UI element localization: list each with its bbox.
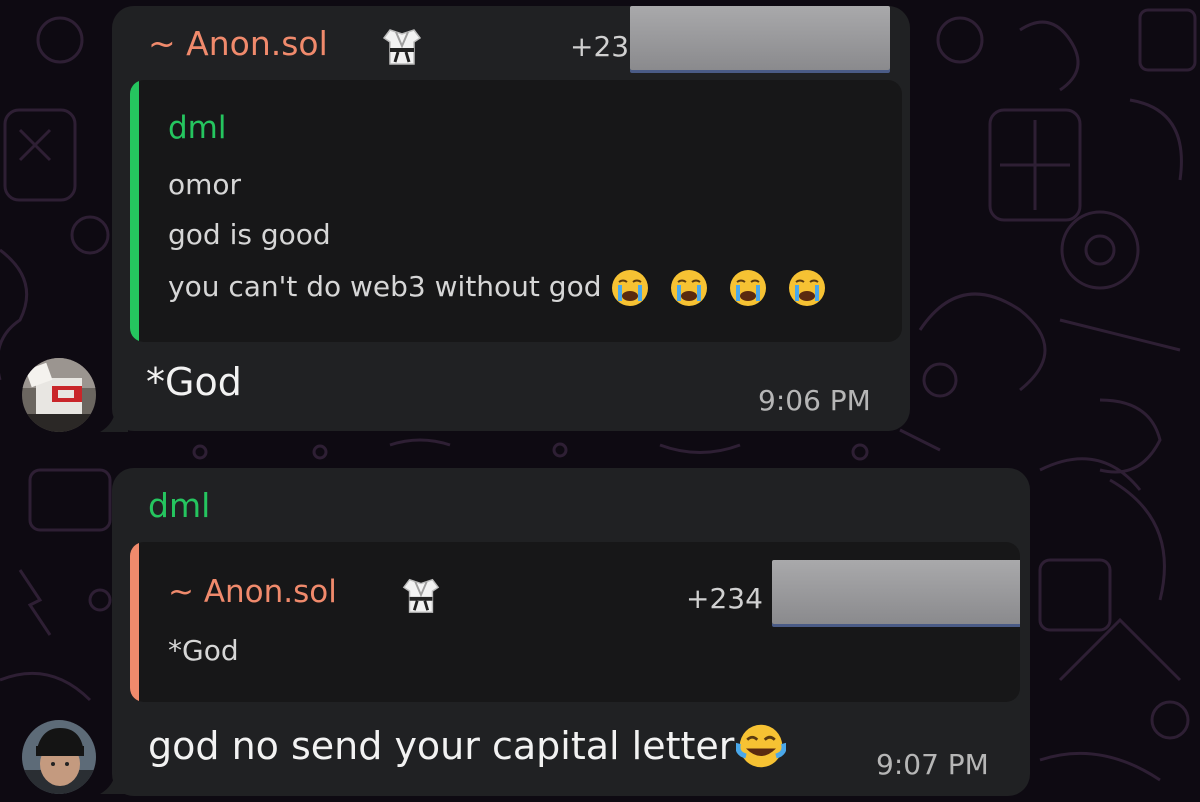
sender-name[interactable]: dml (148, 486, 210, 525)
crying-face-icon (612, 270, 649, 306)
message-time: 9:07 PM (876, 748, 989, 781)
quote-bar (130, 542, 139, 702)
quote-bar (130, 80, 139, 342)
karate-uniform-icon (382, 29, 422, 65)
quoted-message[interactable]: ~ Anon.sol +234 *God (130, 542, 1020, 702)
bubble-tail (100, 770, 128, 794)
quoted-sender-name: dml (168, 110, 227, 146)
crying-face-icon (789, 270, 826, 306)
sender-phone: +23 (570, 30, 630, 63)
quoted-line-1: omor (168, 168, 242, 201)
message-text-content: god no send your capital letter (148, 724, 735, 768)
tears-of-joy-icon (736, 724, 787, 767)
karate-uniform-icon (402, 578, 440, 613)
sender-name[interactable]: ~ Anon.sol (148, 24, 328, 63)
quoted-line-2: god is good (168, 218, 331, 251)
quoted-line-1: *God (168, 634, 239, 667)
bubble-tail (100, 408, 128, 432)
quoted-line-3-text: you can't do web3 without god (168, 270, 602, 303)
message-text[interactable]: *God (146, 360, 242, 404)
quoted-sender-phone: +234 (686, 582, 763, 615)
phone-redaction (772, 560, 1020, 624)
quoted-message[interactable]: dml omor god is good you can't do web3 w… (130, 80, 902, 342)
quoted-sender-name: ~ Anon.sol (168, 574, 337, 610)
sender-avatar-anon[interactable] (22, 358, 96, 432)
crying-face-icon (671, 270, 708, 306)
message-text[interactable]: god no send your capital letter (148, 724, 787, 771)
message-bubble-1[interactable]: ~ Anon.sol +23 dml omor god is good you … (100, 6, 910, 432)
message-time: 9:06 PM (758, 384, 871, 417)
crying-face-icon (730, 270, 767, 306)
message-bubble-2[interactable]: dml ~ Anon.sol +234 *God god no send you… (100, 468, 1030, 796)
quoted-line-3: you can't do web3 without god (168, 268, 827, 308)
phone-redaction (630, 6, 890, 70)
sender-avatar-dml[interactable] (22, 720, 96, 794)
